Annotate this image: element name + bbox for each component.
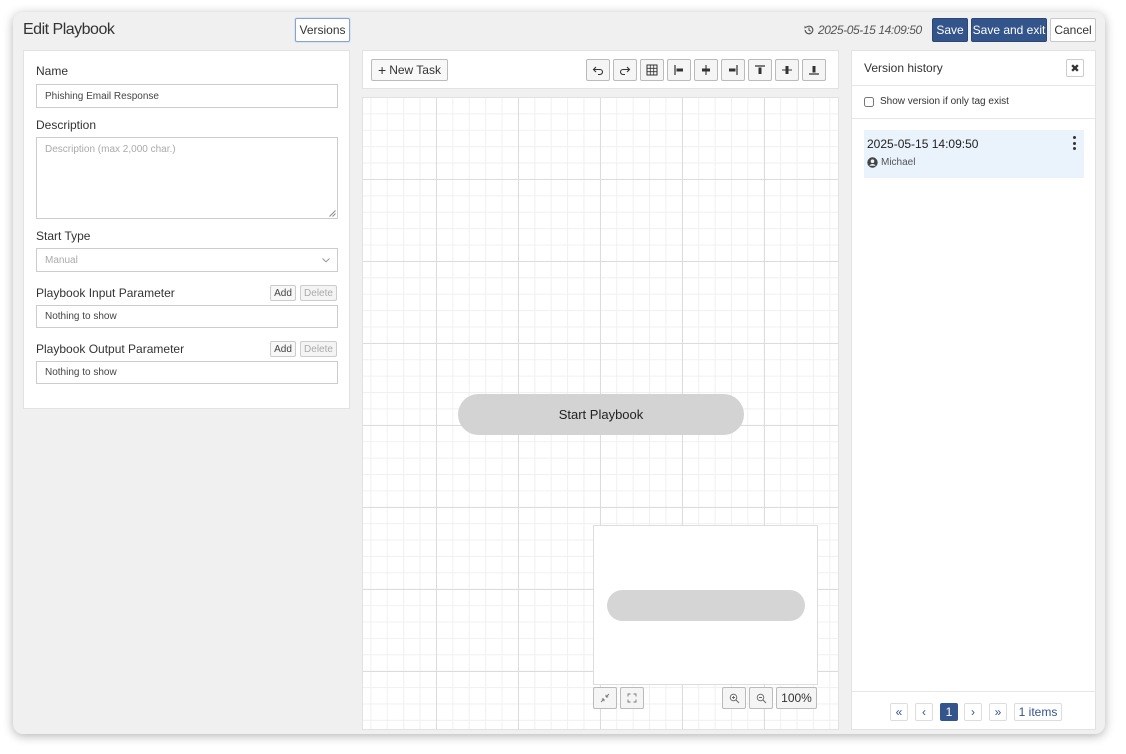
zoom-out-button[interactable] — [749, 687, 773, 709]
version-user: Michael — [867, 157, 915, 168]
align-bottom-button[interactable] — [802, 59, 826, 81]
version-user-name: Michael — [881, 157, 916, 168]
align-bottom-icon — [809, 66, 819, 75]
input-parameter-label: Playbook Input Parameter — [36, 286, 175, 300]
align-right-icon — [729, 65, 738, 75]
start-type-label: Start Type — [36, 229, 91, 243]
show-tag-only-label: Show version if only tag exist — [880, 96, 1009, 107]
start-type-select[interactable]: Manual — [36, 248, 338, 272]
minimap[interactable] — [593, 525, 818, 685]
zoom-in-icon — [729, 693, 739, 703]
edit-playbook-window: Edit Playbook Versions 2025-05-15 14:09:… — [13, 12, 1105, 734]
close-icon[interactable]: ✖ — [1066, 59, 1084, 77]
page-1-button[interactable]: 1 — [940, 703, 958, 721]
show-tag-only-checkbox[interactable] — [864, 96, 874, 107]
version-history-panel: Version history ✖ Show version if only t… — [851, 50, 1096, 730]
output-parameter-label: Playbook Output Parameter — [36, 342, 185, 356]
versions-button[interactable]: Versions — [295, 18, 350, 42]
grid-icon — [646, 64, 658, 76]
divider — [852, 85, 1095, 86]
canvas-toolbar: + New Task — [362, 50, 839, 89]
undo-button[interactable] — [586, 59, 610, 81]
version-history-title: Version history — [864, 61, 943, 75]
start-playbook-node[interactable]: Start Playbook — [458, 394, 744, 435]
delete-input-parameter-button[interactable]: Delete — [300, 285, 337, 301]
new-task-button[interactable]: + New Task — [371, 59, 448, 81]
zoom-in-button[interactable] — [722, 687, 746, 709]
undo-icon — [592, 66, 604, 76]
output-parameter-empty: Nothing to show — [45, 367, 117, 378]
minimap-start-node — [607, 590, 805, 621]
redo-icon — [619, 66, 631, 76]
collapse-icon — [600, 693, 610, 703]
playbook-form-panel: Name Phishing Email Response Description… — [23, 50, 350, 409]
description-placeholder: Description (max 2,000 char.) — [45, 144, 176, 155]
collapse-minimap-button[interactable] — [593, 687, 617, 709]
toggle-grid-button[interactable] — [640, 59, 664, 81]
timestamp-text: 2025-05-15 14:09:50 — [818, 23, 922, 37]
new-task-label: New Task — [389, 63, 441, 77]
user-circle-icon — [867, 157, 878, 168]
divider — [852, 118, 1095, 119]
add-input-parameter-button[interactable]: Add — [270, 285, 296, 301]
align-left-button[interactable] — [667, 59, 691, 81]
start-type-value: Manual — [45, 254, 78, 266]
delete-output-parameter-button[interactable]: Delete — [300, 341, 337, 357]
align-center-button[interactable] — [694, 59, 718, 81]
redo-button[interactable] — [613, 59, 637, 81]
version-date: 2025-05-15 14:09:50 — [867, 137, 979, 151]
align-middle-button[interactable] — [775, 59, 799, 81]
divider — [852, 691, 1095, 692]
resize-handle-icon[interactable] — [329, 210, 336, 217]
fullscreen-icon — [627, 693, 637, 703]
prev-page-button[interactable]: ‹ — [915, 703, 933, 721]
name-label: Name — [36, 64, 69, 78]
show-tag-only-checkbox-row[interactable]: Show version if only tag exist — [864, 96, 1009, 107]
fullscreen-button[interactable] — [620, 687, 644, 709]
add-output-parameter-button[interactable]: Add — [270, 341, 296, 357]
version-list-item[interactable]: 2025-05-15 14:09:50 Michael — [864, 130, 1084, 178]
align-top-button[interactable] — [748, 59, 772, 81]
more-options-icon[interactable] — [1070, 136, 1078, 150]
playbook-canvas[interactable]: Start Playbook 100% — [362, 97, 839, 730]
history-icon — [804, 25, 814, 35]
description-textarea[interactable]: Description (max 2,000 char.) — [36, 137, 338, 219]
zoom-level[interactable]: 100% — [776, 687, 817, 709]
name-input[interactable]: Phishing Email Response — [36, 84, 338, 108]
input-parameter-list: Nothing to show — [36, 305, 338, 328]
cancel-button[interactable]: Cancel — [1050, 18, 1096, 42]
zoom-out-icon — [756, 693, 766, 703]
items-count: 1 items — [1014, 703, 1062, 721]
align-center-icon — [702, 65, 710, 75]
page-title: Edit Playbook — [23, 21, 115, 38]
output-parameter-list: Nothing to show — [36, 361, 338, 384]
plus-icon: + — [378, 62, 387, 78]
next-page-button[interactable]: › — [964, 703, 982, 721]
chevron-down-icon — [322, 258, 330, 263]
save-and-exit-button[interactable]: Save and exit — [971, 18, 1047, 42]
align-left-icon — [674, 65, 683, 75]
last-saved-timestamp: 2025-05-15 14:09:50 — [803, 23, 922, 37]
align-top-icon — [755, 65, 765, 74]
align-middle-icon — [782, 66, 792, 74]
input-parameter-empty: Nothing to show — [45, 311, 117, 322]
last-page-button[interactable]: » — [989, 703, 1007, 721]
save-button[interactable]: Save — [932, 18, 968, 42]
description-label: Description — [36, 118, 97, 132]
align-right-button[interactable] — [721, 59, 745, 81]
first-page-button[interactable]: « — [890, 703, 908, 721]
